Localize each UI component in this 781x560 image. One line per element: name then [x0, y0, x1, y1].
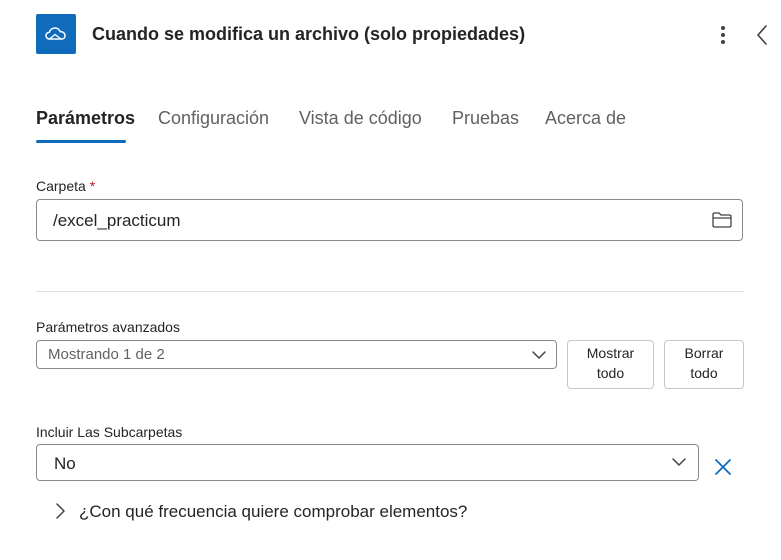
- tab-configuracion[interactable]: Configuración: [158, 108, 269, 129]
- folder-icon: [712, 212, 732, 228]
- app-icon: [36, 14, 76, 54]
- advanced-dropdown-chevron: [531, 348, 547, 362]
- folder-label-text: Carpeta: [36, 178, 86, 194]
- clear-all-line2: todo: [690, 365, 718, 381]
- advanced-params-value: Mostrando 1 de 2: [48, 346, 165, 363]
- frequency-expand-toggle[interactable]: [50, 500, 70, 522]
- folder-picker-button[interactable]: [711, 210, 733, 230]
- subfolders-dropdown-chevron: [671, 455, 687, 469]
- advanced-params-dropdown[interactable]: Mostrando 1 de 2: [36, 340, 557, 369]
- close-icon: [715, 459, 731, 475]
- collapse-panel-button[interactable]: [752, 22, 772, 48]
- tab-parametros[interactable]: Parámetros: [36, 108, 135, 129]
- tab-acerca-de[interactable]: Acerca de: [545, 108, 626, 129]
- chevron-left-icon: [757, 25, 767, 45]
- tab-vista-de-codigo[interactable]: Vista de código: [299, 108, 422, 129]
- subfolders-value: No: [54, 454, 76, 473]
- folder-input[interactable]: /excel_practicum: [36, 199, 743, 241]
- chevron-right-icon: [56, 503, 65, 519]
- clear-all-button[interactable]: Borrar todo: [664, 340, 744, 389]
- page-title: Cuando se modifica un archivo (solo prop…: [92, 24, 526, 44]
- chevron-down-icon: [532, 351, 546, 359]
- chevron-down-icon: [672, 458, 686, 466]
- tab-pruebas[interactable]: Pruebas: [452, 108, 519, 129]
- onedrive-cloud-icon: [45, 27, 66, 40]
- subfolders-dropdown[interactable]: No: [36, 444, 699, 481]
- show-all-line1: Mostrar: [586, 345, 635, 361]
- subfolders-label: Incluir Las Subcarpetas: [36, 424, 183, 440]
- advanced-params-label: Parámetros avanzados: [36, 319, 180, 335]
- show-all-line2: todo: [596, 365, 625, 381]
- active-tab-indicator: [36, 140, 126, 143]
- more-options-button[interactable]: [712, 22, 734, 48]
- remove-subfolders-button[interactable]: [712, 456, 734, 478]
- folder-input-value: /excel_practicum: [53, 211, 181, 230]
- more-vertical-icon: [721, 26, 725, 44]
- section-divider: [36, 291, 744, 292]
- frequency-question[interactable]: ¿Con qué frecuencia quiere comprobar ele…: [79, 502, 467, 522]
- clear-all-line1: Borrar: [684, 345, 724, 361]
- show-all-button[interactable]: Mostrar todo: [567, 340, 654, 389]
- required-mark: *: [89, 178, 96, 194]
- folder-label: Carpeta *: [36, 178, 95, 194]
